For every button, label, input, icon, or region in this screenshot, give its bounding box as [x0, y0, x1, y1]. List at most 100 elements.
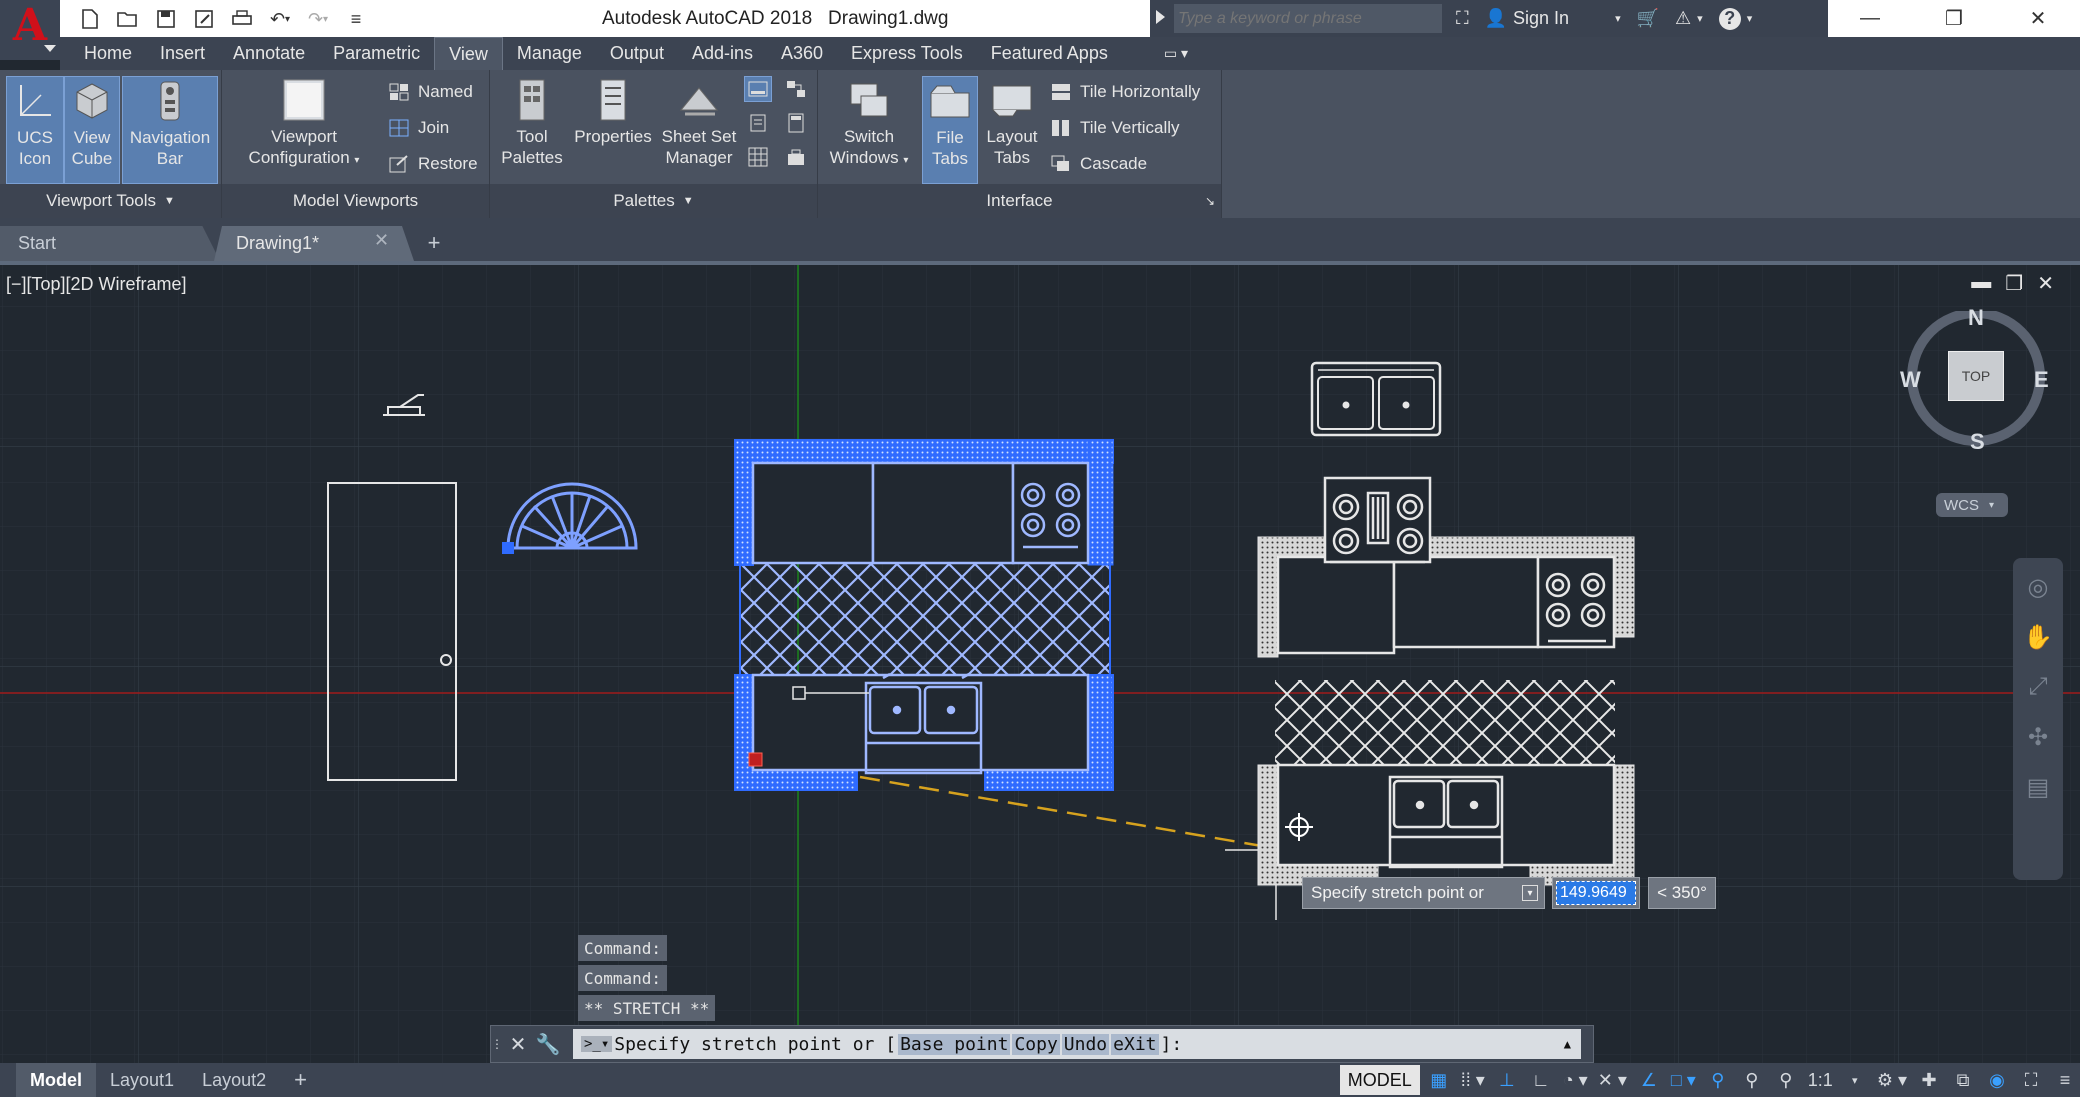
- ribbon-minimize-toggle[interactable]: ▭ ▾: [1150, 37, 1202, 70]
- new-icon[interactable]: [74, 5, 106, 33]
- a360-icon[interactable]: ⚠ ▾: [1667, 8, 1711, 29]
- model-space-button[interactable]: MODEL: [1339, 1065, 1420, 1095]
- tab-output[interactable]: Output: [596, 37, 678, 70]
- wcs-menu[interactable]: WCS ▾: [1936, 493, 2008, 517]
- named-viewports-button[interactable]: Named: [388, 78, 473, 106]
- sign-in-button[interactable]: 👤 Sign In ▾: [1477, 8, 1629, 29]
- tab-insert[interactable]: Insert: [146, 37, 219, 70]
- option-exit[interactable]: eXit: [1111, 1033, 1159, 1055]
- dialog-launcher-icon[interactable]: ↘: [1205, 194, 1215, 208]
- layer-properties-icon[interactable]: [782, 144, 810, 170]
- option-copy[interactable]: Copy: [1012, 1033, 1060, 1055]
- clean-screen-icon[interactable]: ⛶: [2016, 1065, 2046, 1095]
- file-tabs-button[interactable]: File Tabs: [922, 76, 978, 184]
- infer-constraints-icon[interactable]: ⊥: [1492, 1065, 1522, 1095]
- tab-add-ins[interactable]: Add-ins: [678, 37, 767, 70]
- join-viewports-button[interactable]: Join: [388, 114, 449, 142]
- dynamic-input-distance[interactable]: 149.9649: [1552, 877, 1640, 909]
- steering-wheel-icon[interactable]: ◎: [2020, 570, 2056, 604]
- drawing-area[interactable]: [−][Top][2D Wireframe] ▬ ❐ ✕ N S E W TOP…: [0, 265, 2080, 1063]
- object-snap-icon[interactable]: □ ▾: [1668, 1065, 1699, 1095]
- viewport-controls-label[interactable]: [−][Top][2D Wireframe]: [6, 274, 187, 295]
- panel-title-palettes[interactable]: Palettes ▼: [490, 184, 817, 218]
- tab-home[interactable]: Home: [70, 37, 146, 70]
- save-icon[interactable]: [150, 5, 182, 33]
- workspace-gear-icon[interactable]: ⚙ ▾: [1874, 1065, 1910, 1095]
- command-prompt-icon[interactable]: >_▾: [581, 1036, 613, 1052]
- viewport-configuration-button[interactable]: Viewport Configuration ▾: [232, 76, 376, 184]
- viewport-minimize-icon[interactable]: ▬: [1971, 271, 1991, 296]
- markup-set-icon[interactable]: [744, 144, 772, 170]
- cascade-button[interactable]: Cascade: [1050, 150, 1147, 178]
- add-layout-icon[interactable]: +: [280, 1063, 321, 1097]
- search-input[interactable]: [1174, 4, 1442, 33]
- close-icon[interactable]: ✕: [1996, 0, 2080, 37]
- viewcube[interactable]: N S E W TOP: [1900, 305, 2060, 454]
- command-history-arrow-icon[interactable]: ▲: [1564, 1037, 1571, 1051]
- file-tab-start[interactable]: Start: [0, 226, 220, 261]
- restore-viewports-button[interactable]: Restore: [388, 150, 478, 178]
- tool-palettes-button[interactable]: Tool Palettes: [496, 76, 568, 184]
- view-cube-button[interactable]: View Cube: [64, 76, 120, 184]
- layout-tab-layout1[interactable]: Layout1: [96, 1063, 188, 1097]
- save-as-icon[interactable]: [188, 5, 220, 33]
- command-line-grip-icon[interactable]: ⋮: [491, 1026, 503, 1062]
- cart-icon[interactable]: 🛒: [1629, 8, 1667, 29]
- navigation-bar-button[interactable]: Navigation Bar: [122, 76, 218, 184]
- panel-title-viewport-tools[interactable]: Viewport Tools ▼: [0, 184, 221, 218]
- annotation-scale-icon[interactable]: ⚲: [1771, 1065, 1801, 1095]
- object-snap-tracking-icon[interactable]: ∠: [1634, 1065, 1664, 1095]
- units-icon[interactable]: ⧉: [1948, 1065, 1978, 1095]
- tile-vertically-button[interactable]: Tile Vertically: [1050, 114, 1180, 142]
- command-line-icon[interactable]: [744, 76, 772, 102]
- ortho-icon[interactable]: ∟: [1526, 1065, 1556, 1095]
- command-close-icon[interactable]: ✕: [503, 1026, 533, 1062]
- sheet-set-manager-button[interactable]: Sheet Set Manager: [656, 76, 742, 184]
- options-arrow-icon[interactable]: ▾: [1522, 885, 1538, 901]
- viewport-restore-icon[interactable]: ❐: [2005, 271, 2023, 296]
- compass-north[interactable]: N: [1968, 305, 1984, 331]
- snap-mode-icon[interactable]: ⁞⁞ ▾: [1458, 1065, 1488, 1095]
- annotation-scale-value[interactable]: 1:1: [1805, 1065, 1836, 1095]
- customize-wrench-icon[interactable]: 🔧: [533, 1026, 563, 1062]
- tile-horizontally-button[interactable]: Tile Horizontally: [1050, 78, 1200, 106]
- pan-hand-icon[interactable]: ✋: [2020, 620, 2056, 654]
- isodraft-icon[interactable]: ✕ ▾: [1595, 1065, 1630, 1095]
- grid-display-icon[interactable]: ▦: [1424, 1065, 1454, 1095]
- tab-express-tools[interactable]: Express Tools: [837, 37, 977, 70]
- viewport-close-icon[interactable]: ✕: [2037, 271, 2054, 296]
- switch-windows-button[interactable]: Switch Windows ▾: [826, 76, 912, 184]
- customization-menu-icon[interactable]: ≡: [2050, 1065, 2080, 1095]
- option-undo[interactable]: Undo: [1061, 1033, 1110, 1055]
- viewcube-top-face[interactable]: TOP: [1948, 351, 2004, 401]
- auto-scale-icon[interactable]: ⚲: [1737, 1065, 1767, 1095]
- compass-east[interactable]: E: [2034, 367, 2049, 393]
- minimize-icon[interactable]: —: [1828, 0, 1912, 37]
- tab-manage[interactable]: Manage: [503, 37, 596, 70]
- application-menu-button[interactable]: A: [0, 0, 60, 60]
- tab-annotate[interactable]: Annotate: [219, 37, 319, 70]
- option-base-point[interactable]: Base point: [898, 1033, 1011, 1055]
- tab-a360[interactable]: A360: [767, 37, 837, 70]
- tab-parametric[interactable]: Parametric: [319, 37, 434, 70]
- polar-tracking-icon[interactable]: ◔ ▾: [1560, 1065, 1591, 1095]
- hardware-acceleration-icon[interactable]: ◉: [1982, 1065, 2012, 1095]
- restore-icon[interactable]: ❐: [1912, 0, 1996, 37]
- command-input[interactable]: >_▾ Specify stretch point or [ Base poin…: [573, 1029, 1581, 1059]
- scale-dropdown-icon[interactable]: ▾: [1840, 1065, 1870, 1095]
- design-center-icon[interactable]: [782, 76, 810, 102]
- properties-button[interactable]: Properties: [570, 76, 656, 184]
- undo-icon[interactable]: ↶ ▾: [264, 5, 296, 33]
- open-icon[interactable]: [112, 5, 144, 33]
- dynamic-input-angle[interactable]: < 350°: [1648, 877, 1716, 909]
- layout-tab-layout2[interactable]: Layout2: [188, 1063, 280, 1097]
- help-icon[interactable]: ? ▾: [1711, 7, 1761, 30]
- plot-icon[interactable]: [226, 5, 258, 33]
- new-tab-icon[interactable]: +: [418, 230, 450, 256]
- external-references-icon[interactable]: [744, 110, 772, 136]
- showmotion-icon[interactable]: ▤: [2020, 770, 2056, 804]
- close-tab-icon[interactable]: ✕: [374, 230, 389, 251]
- search-expand-icon[interactable]: [1156, 10, 1165, 24]
- tab-view[interactable]: View: [434, 37, 503, 70]
- zoom-extents-icon[interactable]: ⤢: [2020, 670, 2056, 704]
